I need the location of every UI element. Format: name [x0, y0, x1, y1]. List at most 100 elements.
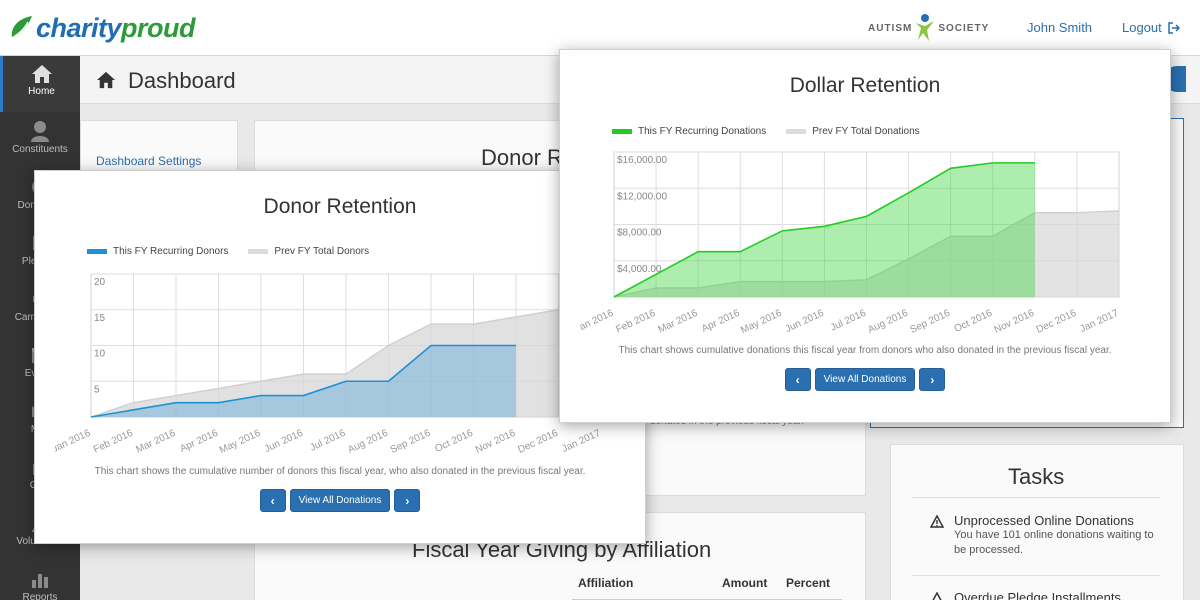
task-item[interactable]: Unprocessed Online Donations You have 10… — [930, 513, 1154, 558]
chart-caption: This chart shows the cumulative number o… — [94, 466, 586, 477]
donor-retention-chart: 5 10 15 20 Jan 2016 Feb 2016 Mar 2016 Apr 2016M… — [55, 273, 603, 457]
x-tick-label: Jan 2017 — [560, 428, 602, 456]
top-bar: charityproud AUTISM SOCIETY John Smith L… — [0, 0, 1200, 56]
logout-icon — [1168, 21, 1180, 34]
table-header-amount: Amount — [722, 576, 768, 590]
sidebar-item-label: Reports — [22, 592, 58, 600]
sidebar-item-label: Home — [28, 86, 55, 97]
donor-retention-card: Donor Retention This FY Recurring Donors… — [34, 170, 646, 544]
warning-icon — [930, 515, 944, 528]
y-tick-label: $4,000.00 — [617, 264, 662, 275]
task-title: Overdue Pledge Installments — [954, 590, 1121, 600]
x-tick-label: Dec 2016 — [516, 428, 560, 456]
sidebar-item-constituents[interactable]: Constituents — [0, 112, 80, 168]
next-chart-button[interactable]: › — [919, 368, 946, 391]
tasks-divider — [912, 575, 1160, 576]
person-figure-icon — [916, 14, 935, 41]
view-all-donations-button[interactable]: View All Donations — [814, 368, 916, 391]
legend-item[interactable]: This FY Recurring Donations — [612, 126, 766, 137]
logout-label: Logout — [1122, 20, 1162, 35]
home-icon — [97, 71, 115, 89]
y-tick-label: $12,000.00 — [617, 191, 667, 202]
x-tick-label: Jan 2016 — [55, 428, 93, 456]
y-tick-label: $16,000.00 — [617, 155, 667, 166]
y-tick-label: $8,000.00 — [617, 228, 662, 239]
x-tick-label: Sep 2016 — [908, 308, 952, 336]
chart-legend: This FY Recurring Donors Prev FY Total D… — [87, 246, 369, 257]
legend-item[interactable]: Prev FY Total Donations — [786, 126, 920, 137]
legend-swatch — [612, 129, 632, 134]
x-tick-label: Jul 2016 — [829, 308, 868, 334]
tasks-title: Tasks — [1008, 464, 1065, 489]
chart-title: Donor Retention — [263, 195, 417, 218]
previous-chart-button[interactable]: ‹ — [784, 368, 811, 391]
x-tick-label: Jan 2016 — [580, 308, 616, 336]
chart-button-row: ‹ View All Donations › — [35, 489, 645, 512]
legend-label: This FY Recurring Donations — [638, 126, 767, 137]
dollar-retention-chart: $4,000.00 $8,000.00 $12,000.00 $16,000.00 Ja… — [580, 151, 1121, 337]
chart-caption: This chart shows cumulative donations th… — [618, 345, 1112, 356]
x-tick-label: Jun 2016 — [784, 308, 826, 336]
x-tick-label: Aug 2016 — [346, 428, 390, 456]
legend-label: Prev FY Total Donors — [274, 246, 370, 257]
x-tick-label: Oct 2016 — [953, 308, 995, 335]
x-tick-label: Jun 2016 — [263, 428, 305, 456]
table-header-affiliation: Affiliation — [578, 576, 634, 590]
logout-link[interactable]: Logout — [1122, 20, 1180, 35]
sidebar-item-reports[interactable]: Reports — [0, 560, 80, 600]
x-tick-label: Mar 2016 — [656, 308, 699, 336]
chart-legend: This FY Recurring Donations Prev FY Tota… — [612, 126, 920, 137]
legend-label: Prev FY Total Donations — [812, 126, 920, 137]
x-tick-label: Dec 2016 — [1035, 308, 1079, 336]
x-tick-label: Jan 2017 — [1078, 308, 1120, 336]
x-tick-label: Sep 2016 — [389, 428, 433, 456]
user-name-link[interactable]: John Smith — [1027, 20, 1092, 35]
warning-icon — [932, 592, 942, 600]
legend-label: This FY Recurring Donors — [113, 246, 229, 257]
legend-swatch — [786, 129, 807, 134]
logo-text: charityproud — [36, 12, 196, 44]
dashboard-settings-link[interactable]: Dashboard Settings — [96, 154, 201, 168]
donor-retention-title-background: Donor R — [481, 145, 563, 170]
next-chart-button[interactable]: › — [394, 489, 421, 512]
chart-button-row: ‹ View All Donations › — [560, 368, 1170, 391]
x-tick-label: Feb 2016 — [92, 428, 135, 456]
home-icon — [31, 65, 52, 83]
x-tick-label: Aug 2016 — [866, 308, 910, 336]
task-description: You have 101 online donations waiting to… — [954, 529, 1154, 556]
x-tick-label: Feb 2016 — [614, 308, 657, 336]
sidebar-item-home[interactable]: Home — [0, 56, 80, 112]
logo-text-first: charity — [36, 12, 122, 43]
previous-chart-button[interactable]: ‹ — [259, 489, 286, 512]
logo-text-second: proud — [121, 12, 196, 43]
x-tick-label: Oct 2016 — [433, 428, 475, 455]
legend-item[interactable]: This FY Recurring Donors — [87, 246, 228, 257]
x-tick-label: Nov 2016 — [474, 428, 518, 456]
sidebar-item-label: Constituents — [12, 144, 68, 155]
page-title: Dashboard — [128, 68, 236, 93]
x-tick-label: Apr 2016 — [700, 308, 742, 335]
table-header-percent: Percent — [786, 576, 831, 590]
tasks-divider — [912, 497, 1160, 498]
legend-swatch — [248, 249, 269, 254]
task-item[interactable]: Overdue Pledge Installments — [930, 590, 1121, 600]
charityproud-logo[interactable]: charityproud — [8, 10, 196, 46]
legend-item[interactable]: Prev FY Total Donors — [248, 246, 369, 257]
y-tick-label: 15 — [94, 313, 106, 324]
y-tick-label: 20 — [94, 277, 106, 288]
x-tick-label: Nov 2016 — [993, 308, 1037, 336]
organization-logo: AUTISM SOCIETY — [868, 12, 992, 44]
dollar-retention-card: Dollar Retention This FY Recurring Donat… — [559, 49, 1171, 423]
y-tick-label: 5 — [94, 384, 100, 395]
user-icon — [31, 121, 49, 142]
x-tick-label: Mar 2016 — [134, 428, 177, 456]
view-all-donations-button[interactable]: View All Donations — [289, 489, 391, 512]
reports-icon — [32, 574, 48, 588]
org-logo-word1: AUTISM — [868, 22, 913, 34]
x-tick-label: May 2016 — [218, 428, 263, 457]
task-title: Unprocessed Online Donations — [954, 513, 1134, 528]
chart-title: Dollar Retention — [789, 74, 941, 97]
leaf-icon — [11, 16, 32, 39]
x-tick-label: May 2016 — [739, 308, 784, 337]
org-logo-word2: SOCIETY — [938, 22, 990, 34]
